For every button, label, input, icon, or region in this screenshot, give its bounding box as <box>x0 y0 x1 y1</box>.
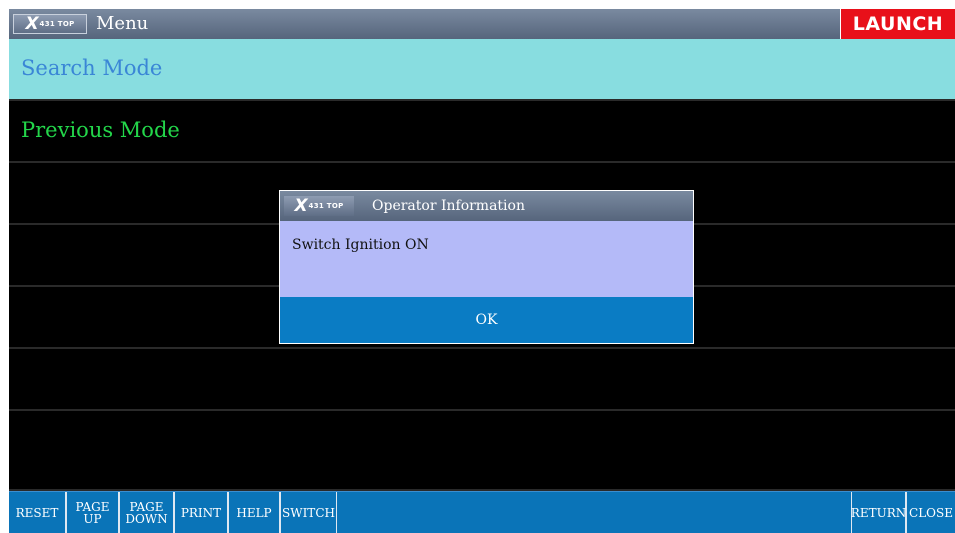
window-title: Menu <box>96 13 149 34</box>
ok-button[interactable]: OK <box>280 297 693 343</box>
page-up-button[interactable]: PAGE UP <box>66 492 119 533</box>
dialog-title: Operator Information <box>372 198 525 214</box>
title-bar: X 431 TOP Menu LAUNCH <box>9 9 955 40</box>
switch-button[interactable]: SWITCH <box>280 492 337 533</box>
menu-item-empty <box>9 411 955 491</box>
menu-item-empty <box>9 349 955 411</box>
launch-brand-logo: LAUNCH <box>840 9 955 39</box>
page-up-label-2: UP <box>83 512 102 526</box>
dialog-message: Switch Ignition ON <box>292 237 429 253</box>
close-button[interactable]: CLOSE <box>906 492 955 533</box>
menu-item-previous-mode[interactable]: Previous Mode <box>9 101 955 163</box>
x431-logo-sub: 431 TOP <box>39 20 75 28</box>
x431-logo-mark: X <box>25 13 39 34</box>
reset-button[interactable]: RESET <box>9 492 66 533</box>
x431-logo-sub: 431 TOP <box>308 202 344 210</box>
dialog-title-bar: X 431 TOP Operator Information <box>280 191 693 221</box>
page-down-button[interactable]: PAGE DOWN <box>119 492 174 533</box>
operator-information-dialog: X 431 TOP Operator Information Switch Ig… <box>279 190 694 344</box>
x431-logo-mark: X <box>294 195 308 216</box>
diagnostic-screen: X 431 TOP Menu LAUNCH Search Mode Previo… <box>9 9 955 533</box>
x431-logo: X 431 TOP <box>284 196 354 216</box>
print-button[interactable]: PRINT <box>174 492 228 533</box>
help-button[interactable]: HELP <box>228 492 280 533</box>
menu-item-search-mode[interactable]: Search Mode <box>9 39 955 101</box>
return-button[interactable]: RETURN <box>851 492 906 533</box>
page-down-label-2: DOWN <box>125 512 168 526</box>
x431-logo: X 431 TOP <box>13 14 87 34</box>
bottom-toolbar: RESET PAGE UP PAGE DOWN PRINT HELP SWITC… <box>9 491 955 533</box>
